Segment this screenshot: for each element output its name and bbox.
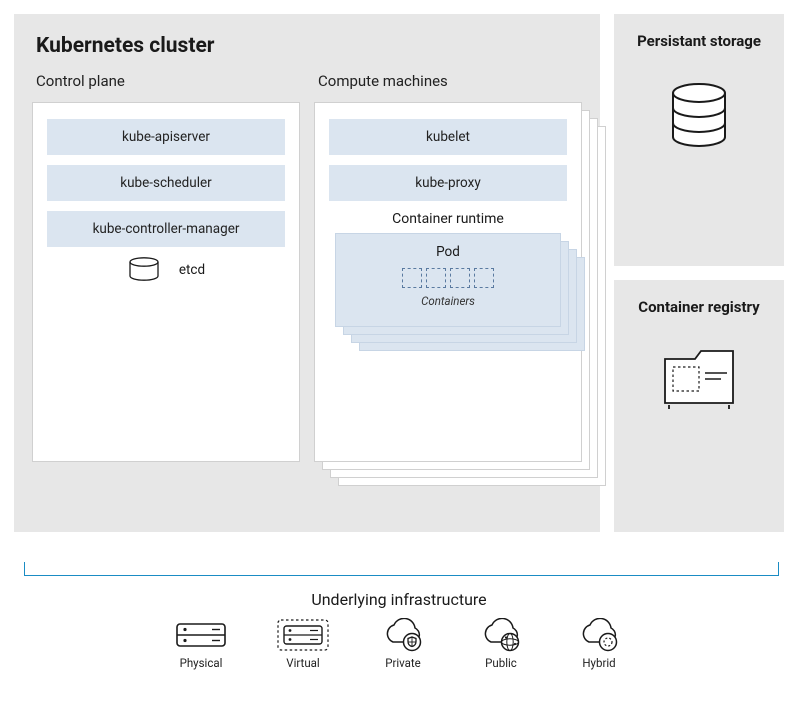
infra-item-hybrid: Hybrid bbox=[574, 618, 624, 670]
container-registry-card: Container registry bbox=[614, 280, 784, 532]
component-kube-scheduler: kube-scheduler bbox=[47, 165, 285, 201]
component-kube-controller-manager: kube-controller-manager bbox=[47, 211, 285, 247]
containers-label: Containers bbox=[336, 294, 560, 308]
planes-row: Control plane kube-apiserver kube-schedu… bbox=[32, 72, 582, 506]
component-kubelet: kubelet bbox=[329, 119, 567, 155]
component-kube-apiserver: kube-apiserver bbox=[47, 119, 285, 155]
component-kube-proxy: kube-proxy bbox=[329, 165, 567, 201]
cluster-title: Kubernetes cluster bbox=[36, 34, 582, 58]
infra-title: Underlying infrastructure bbox=[0, 590, 798, 609]
cloud-hybrid-icon bbox=[574, 618, 624, 652]
container-square bbox=[426, 268, 446, 288]
infra-label: Physical bbox=[180, 656, 223, 670]
top-row: Kubernetes cluster Control plane kube-ap… bbox=[14, 14, 784, 532]
compute-card: kubelet kube-proxy Container runtime Pod bbox=[314, 102, 582, 462]
infra-label: Virtual bbox=[286, 656, 319, 670]
pod-stack: Pod Containers bbox=[335, 233, 561, 353]
infra-row: Physical Virtual Private bbox=[0, 618, 798, 670]
compute-machines-column: Compute machines kubelet kube-proxy Cont… bbox=[314, 72, 582, 506]
container-square bbox=[402, 268, 422, 288]
database-icon bbox=[664, 81, 734, 151]
registry-icon bbox=[661, 347, 737, 411]
infra-label: Hybrid bbox=[582, 656, 615, 670]
compute-card-stack: kubelet kube-proxy Container runtime Pod bbox=[314, 102, 582, 506]
virtual-server-icon bbox=[276, 618, 330, 652]
right-column: Persistant storage Container registry bbox=[614, 14, 784, 532]
infra-bracket bbox=[24, 562, 779, 576]
container-square bbox=[474, 268, 494, 288]
persistent-storage-title: Persistant storage bbox=[637, 32, 761, 51]
infra-item-private: Private bbox=[378, 618, 428, 670]
container-runtime-label: Container runtime bbox=[329, 211, 567, 227]
infra-item-public: Public bbox=[476, 618, 526, 670]
compute-machines-label: Compute machines bbox=[318, 72, 582, 90]
database-small-icon bbox=[127, 257, 161, 283]
infra-item-virtual: Virtual bbox=[276, 618, 330, 670]
diagram-root: Kubernetes cluster Control plane kube-ap… bbox=[14, 14, 784, 532]
etcd-label: etcd bbox=[179, 262, 205, 278]
container-square bbox=[450, 268, 470, 288]
etcd-row: etcd bbox=[47, 257, 285, 283]
control-plane-column: Control plane kube-apiserver kube-schedu… bbox=[32, 72, 300, 506]
infra-label: Private bbox=[385, 656, 421, 670]
container-registry-title: Container registry bbox=[638, 298, 759, 317]
pod-label: Pod bbox=[336, 244, 560, 260]
control-plane-label: Control plane bbox=[36, 72, 300, 90]
cloud-shield-icon bbox=[378, 618, 428, 652]
cloud-globe-icon bbox=[476, 618, 526, 652]
pod-card: Pod Containers bbox=[335, 233, 561, 327]
server-icon bbox=[174, 618, 228, 652]
control-plane-card: kube-apiserver kube-scheduler kube-contr… bbox=[32, 102, 300, 462]
containers-row bbox=[336, 268, 560, 288]
persistent-storage-card: Persistant storage bbox=[614, 14, 784, 266]
infra-label: Public bbox=[485, 656, 517, 670]
infra-item-physical: Physical bbox=[174, 618, 228, 670]
kubernetes-cluster-panel: Kubernetes cluster Control plane kube-ap… bbox=[14, 14, 600, 532]
